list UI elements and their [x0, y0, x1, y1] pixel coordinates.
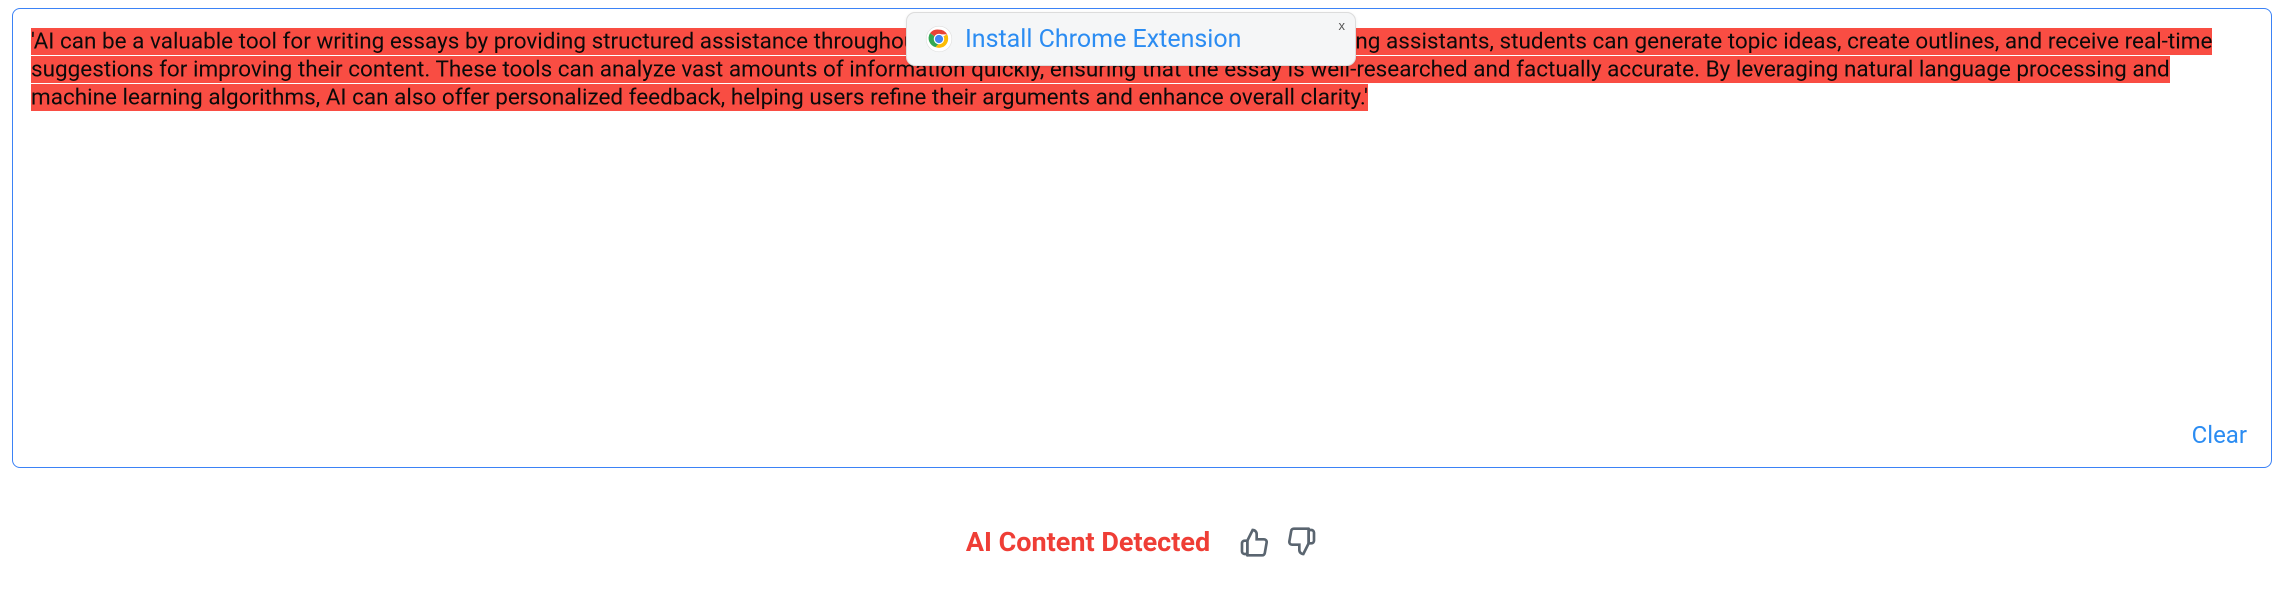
feedback-thumbs-group: [1238, 526, 1318, 558]
chrome-extension-popup[interactable]: Install Chrome Extension x: [906, 12, 1356, 66]
thumbs-up-icon[interactable]: [1238, 526, 1270, 558]
detection-status-text: AI Content Detected: [966, 526, 1210, 558]
clear-button[interactable]: Clear: [2192, 421, 2247, 449]
close-icon[interactable]: x: [1339, 18, 1346, 33]
chrome-icon: [925, 25, 953, 53]
extension-install-label: Install Chrome Extension: [965, 25, 1241, 54]
detection-result-bar: AI Content Detected: [0, 526, 2284, 558]
thumbs-down-icon[interactable]: [1286, 526, 1318, 558]
text-editor-box[interactable]: 'AI can be a valuable tool for writing e…: [12, 8, 2272, 468]
